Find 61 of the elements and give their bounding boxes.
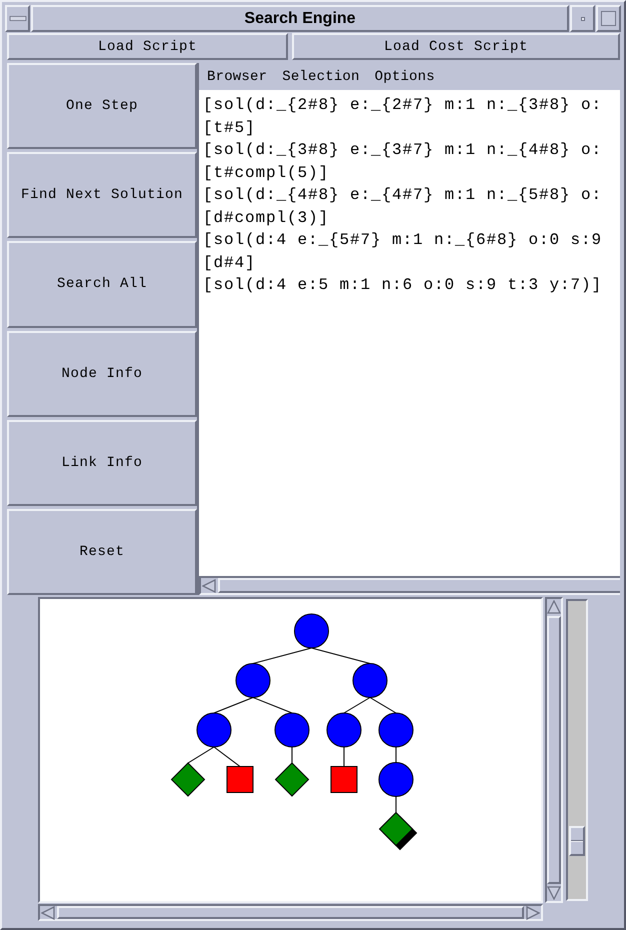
horizontal-scrollbar[interactable] [38,904,543,921]
maximize-icon [601,11,616,26]
slider-thumb[interactable] [569,826,585,856]
square-node[interactable] [226,766,254,793]
tree-edge [188,746,214,764]
vertical-scrollbar[interactable] [545,597,563,903]
circle-node[interactable] [294,614,329,648]
tree-edge [214,746,240,767]
output-line: [sol(d:_{3#8} e:_{3#7} m:1 n:_{4#8} o: [203,140,602,161]
output-line: [sol(d:_{2#8} e:_{2#7} m:1 n:_{3#8} o: [203,95,602,116]
tree-edge [214,697,254,714]
window-title: Search Engine [31,5,569,32]
output-line: [sol(d:_{4#8} e:_{4#7} m:1 n:_{5#8} o: [203,185,602,206]
diamond-node[interactable] [170,762,206,797]
up-arrow-icon[interactable] [547,600,561,614]
menu-icon [8,16,26,21]
command-button[interactable]: One Step [7,63,197,150]
tree-edge [370,697,396,714]
minimize-button[interactable] [570,5,595,32]
output-line: [sol(d:4 e:5 m:1 n:6 o:0 s:9 t:3 y:7)] [203,275,602,296]
maximize-button[interactable] [596,5,621,32]
command-button[interactable]: Search All [7,241,197,328]
toolbar-button[interactable]: Load Script [7,33,288,60]
slider-track[interactable] [566,599,588,901]
output-line: [t#5] [203,118,256,138]
menu-item[interactable]: Selection [282,68,360,84]
tree-edge [311,648,370,664]
menu-item[interactable]: Options [374,68,435,84]
left-arrow-icon[interactable] [41,906,55,920]
diamond-node[interactable] [274,762,310,797]
circle-node[interactable] [326,712,362,748]
horizontal-scrollbar[interactable] [199,576,620,595]
circle-node[interactable] [378,762,414,797]
down-arrow-icon[interactable] [547,886,561,900]
scrollbar-thumb[interactable] [218,578,620,593]
circle-node[interactable] [196,712,232,748]
command-button[interactable]: Find Next Solution [7,152,197,238]
output-line: [t#compl(5)] [203,162,330,184]
circle-node[interactable] [236,663,270,698]
output-line: [d#4] [203,252,256,274]
output-line: [sol(d:4 e:_{5#7} m:1 n:_{6#8} o:0 s:9 [203,230,602,251]
output-line: [d#compl(3)] [203,208,330,228]
square-node[interactable] [330,766,358,793]
right-arrow-icon[interactable] [526,906,540,920]
scrollbar-thumb[interactable] [547,616,561,884]
menu-item[interactable]: Browser [207,68,268,84]
command-button[interactable]: Link Info [7,420,197,506]
window-menu-button[interactable] [5,5,30,32]
tree-edge [252,697,292,714]
diamond-node[interactable] [378,812,418,850]
circle-node[interactable] [274,712,310,748]
scrollbar-thumb[interactable] [57,906,524,919]
left-arrow-icon[interactable] [202,578,216,592]
toolbar-button[interactable]: Load Cost Script [292,33,620,60]
circle-node[interactable] [352,663,388,698]
tree-edge [252,648,312,664]
circle-node[interactable] [378,712,414,748]
minimize-icon [580,16,584,20]
tree-edge [344,697,370,714]
command-button[interactable]: Reset [7,508,197,596]
command-button[interactable]: Node Info [7,330,197,417]
